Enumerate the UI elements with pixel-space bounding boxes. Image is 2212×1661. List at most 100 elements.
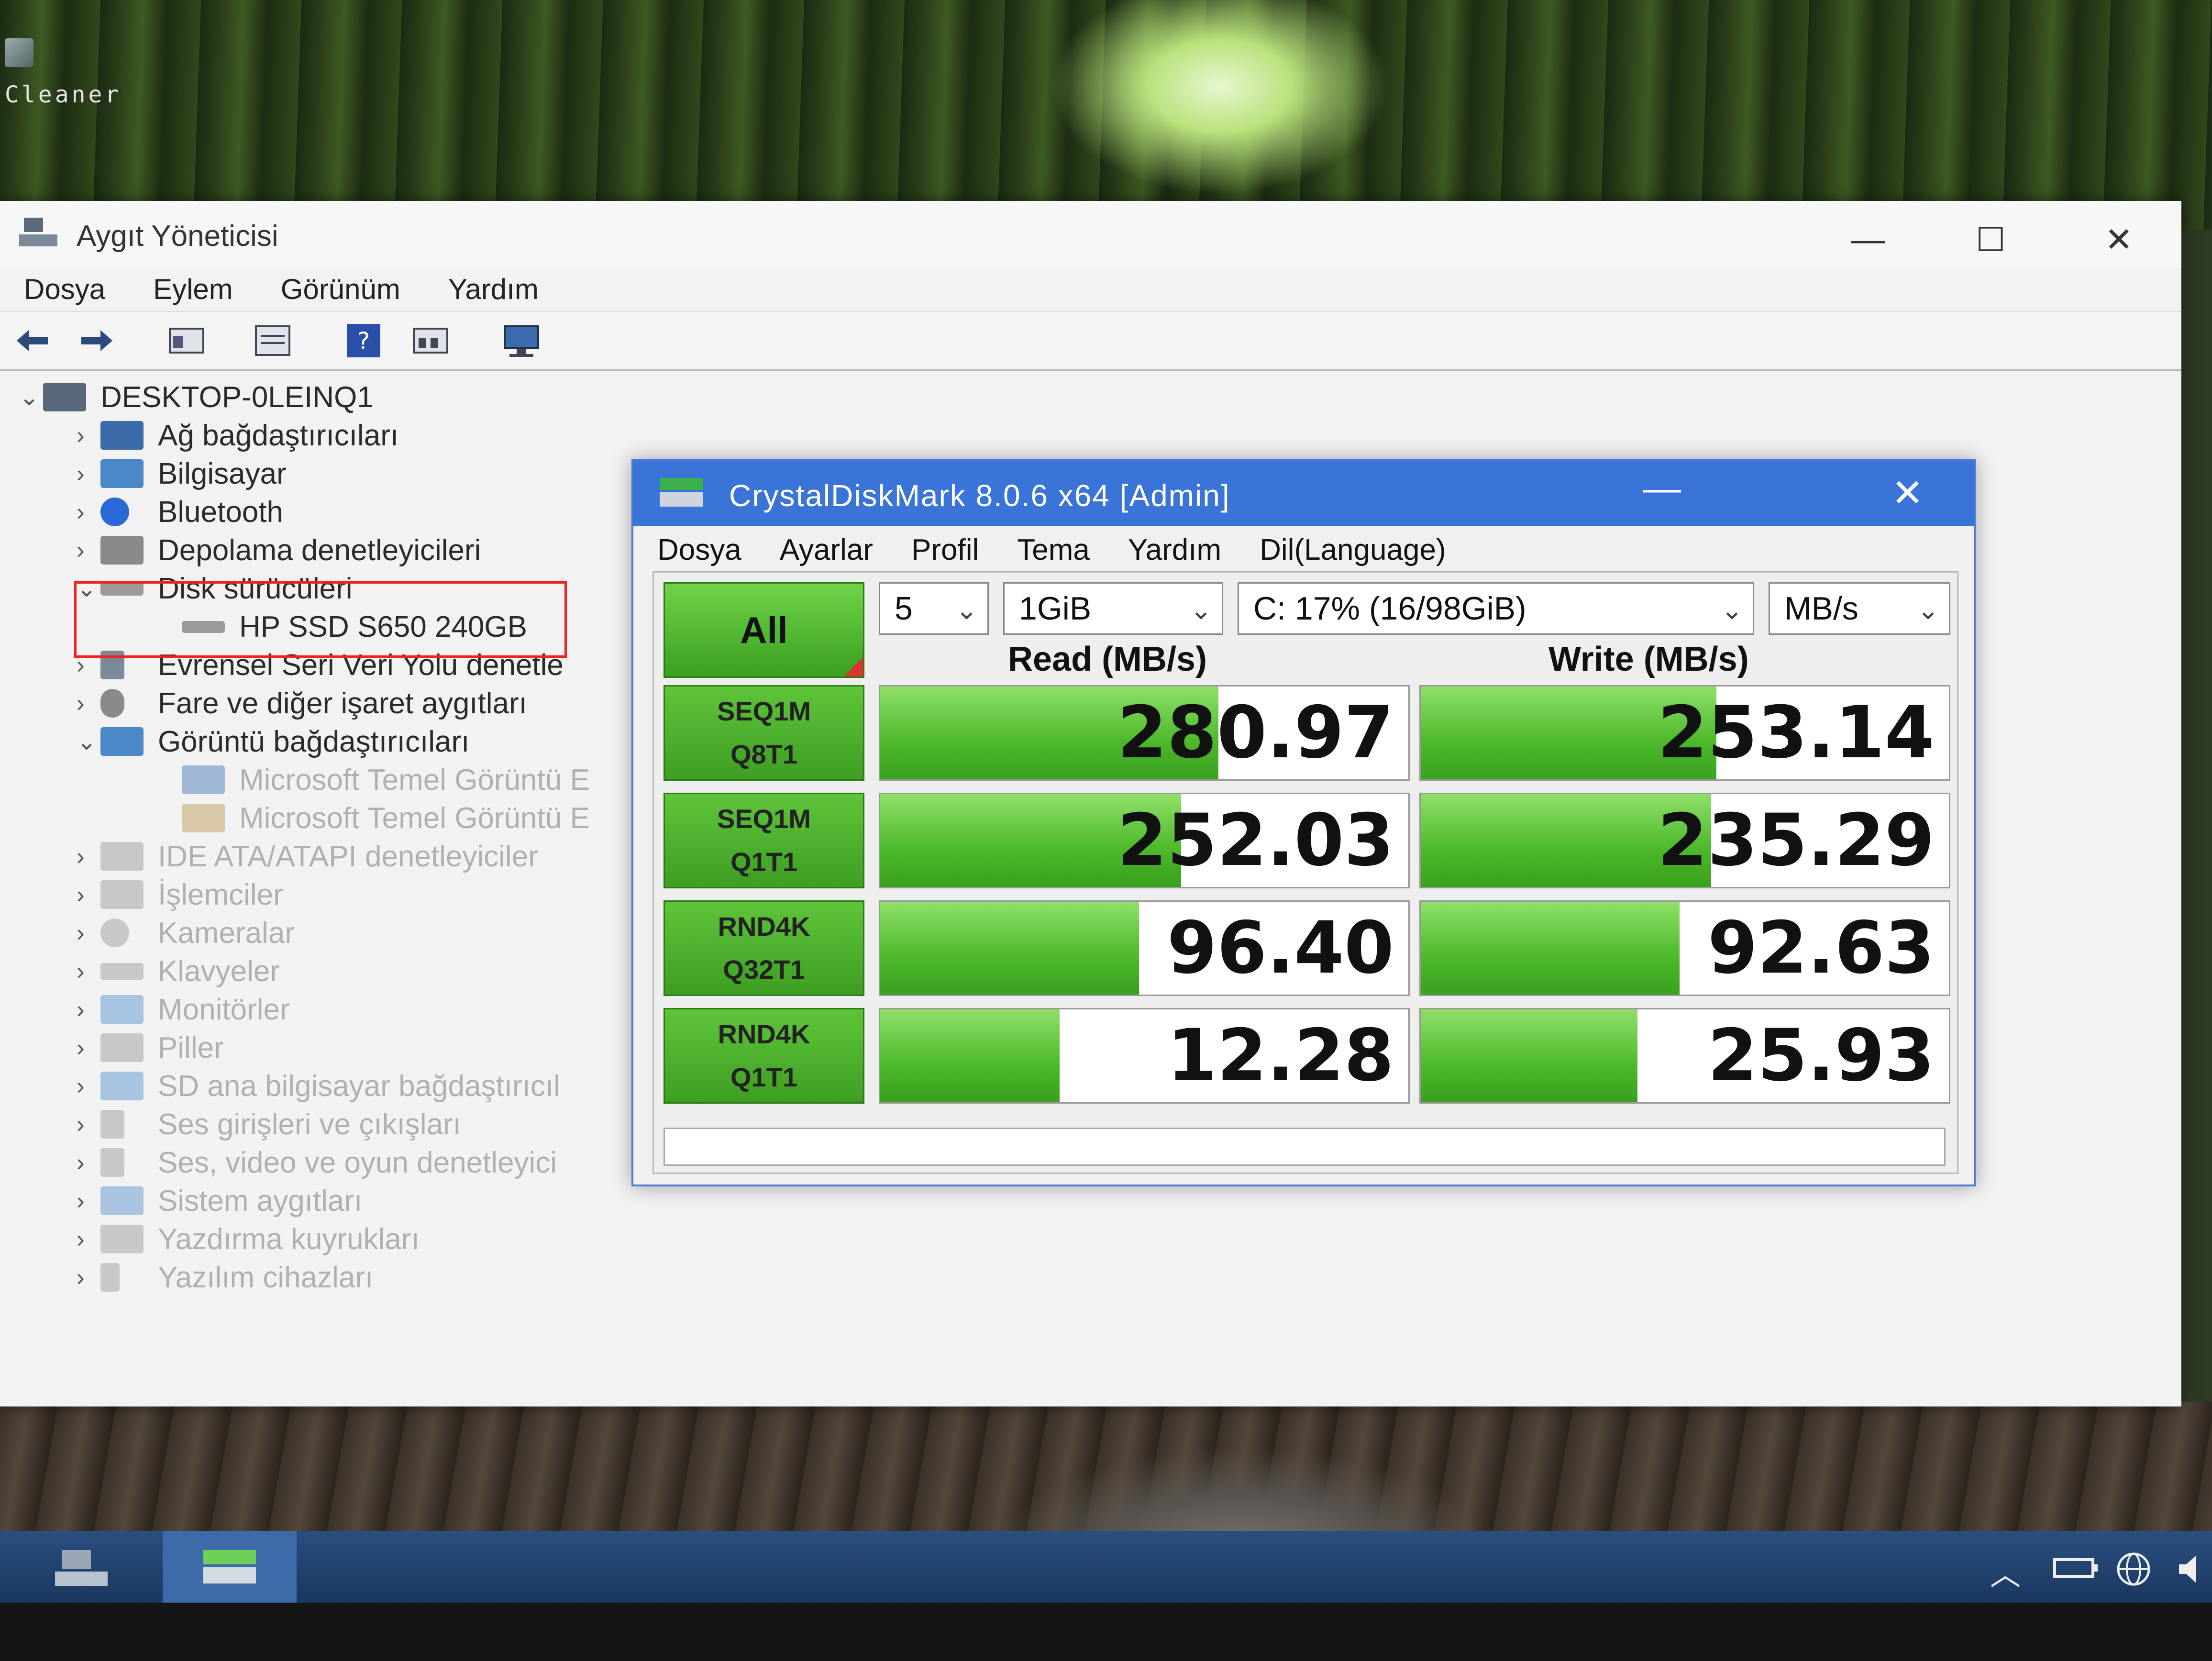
maximize-button[interactable]: ☐ (1976, 220, 2006, 259)
cdm-window-title: CrystalDiskMark 8.0.6 x64 [Admin] (729, 478, 1230, 513)
taskbar: ︿ (0, 1531, 2212, 1603)
tree-item-display-adapter-1[interactable]: Microsoft Temel Görüntü E (182, 761, 590, 799)
test-size-value: 1GiB (1019, 590, 1092, 627)
tree-item-keyboards[interactable]: › Klavyeler (77, 952, 280, 990)
speaker-icon (100, 1110, 124, 1139)
tree-chevron[interactable]: › (77, 1072, 100, 1100)
test-button-rnd4k-q1t1[interactable]: RND4K Q1T1 (664, 1008, 864, 1104)
unit-select[interactable]: MB/s ⌄ (1769, 582, 1950, 635)
tree-item-ide-ata[interactable]: › IDE ATA/ATAPI denetleyiciler (77, 837, 538, 875)
all-tests-button[interactable]: All (664, 582, 864, 678)
network-adapter-icon (100, 421, 144, 450)
globe-network-icon[interactable] (2114, 1550, 2153, 1588)
tree-item-batteries[interactable]: › Piller (77, 1029, 224, 1067)
tree-chevron[interactable]: › (77, 1034, 100, 1062)
tree-item-display-adapters[interactable]: ⌄ Görüntü bağdaştırıcıları (77, 722, 469, 761)
volume-icon[interactable] (2177, 1550, 2205, 1588)
menu-dosya[interactable]: Dosya (24, 273, 105, 306)
menu-gorunum[interactable]: Görünüm (281, 273, 400, 306)
menu-eylem[interactable]: Eylem (153, 273, 233, 306)
tree-item-computer-root[interactable]: ⌄ DESKTOP-0LEINQ1 (19, 378, 374, 416)
tree-item-label: Yazdırma kuyrukları (158, 1222, 420, 1256)
view-icon[interactable] (411, 321, 450, 360)
tree-item-cameras[interactable]: › Kameralar (77, 914, 295, 952)
tree-item-label: SD ana bilgisayar bağdaştırıcıl (158, 1069, 560, 1103)
device-manager-taskbar-icon[interactable] (53, 1545, 110, 1588)
write-result-bar (1421, 1009, 1637, 1102)
cdm-titlebar: CrystalDiskMark 8.0.6 x64 [Admin] — ✕ (633, 461, 1974, 526)
tree-item-network-adapters[interactable]: › Ağ bağdaştırıcıları (77, 416, 398, 454)
tree-chevron[interactable]: › (77, 460, 100, 487)
test-button-seq1m-q8t1[interactable]: SEQ1M Q8T1 (664, 685, 864, 781)
cdm-menu-dosya[interactable]: Dosya (657, 533, 741, 567)
tree-item-bluetooth[interactable]: › Bluetooth (77, 493, 283, 531)
tree-item-label: Klavyeler (158, 954, 280, 988)
minimize-button[interactable]: — (1851, 220, 1885, 258)
tree-item-system-devices[interactable]: › Sistem aygıtları (77, 1182, 362, 1220)
tree-chevron[interactable]: ⌄ (77, 728, 100, 755)
tree-chevron[interactable]: › (77, 1263, 100, 1291)
tree-item-label: Sistem aygıtları (158, 1184, 363, 1218)
tree-chevron[interactable]: › (77, 498, 100, 526)
help-icon[interactable]: ? (344, 321, 383, 360)
tree-item-print-queues[interactable]: › Yazdırma kuyrukları (77, 1220, 420, 1258)
tree-chevron[interactable]: › (77, 536, 100, 564)
tree-chevron[interactable]: › (77, 996, 100, 1023)
forward-arrow-icon[interactable] (77, 321, 115, 360)
cleaner-desktop-icon[interactable] (5, 38, 33, 67)
sd-host-icon (100, 1072, 144, 1100)
svg-text:?: ? (357, 327, 370, 355)
tree-item-monitors[interactable]: › Monitörler (77, 990, 290, 1029)
tree-item-sound-video[interactable]: › Ses, video ve oyun denetleyici (77, 1143, 557, 1182)
tree-chevron[interactable]: › (77, 1149, 100, 1176)
test-button-rnd4k-q32t1[interactable]: RND4K Q32T1 (664, 900, 864, 996)
comment-field[interactable] (664, 1128, 1946, 1166)
tree-item-processors[interactable]: › İşlemciler (77, 875, 283, 914)
tree-chevron[interactable]: › (77, 689, 100, 717)
test-name-line1: SEQ1M (717, 804, 811, 834)
test-size-select[interactable]: 1GiB ⌄ (1003, 582, 1223, 635)
properties-icon[interactable] (167, 321, 206, 360)
cdm-close-button[interactable]: ✕ (1891, 471, 1924, 515)
back-arrow-icon[interactable] (14, 321, 53, 360)
scan-hardware-icon[interactable] (502, 321, 541, 360)
tree-item-computer[interactable]: › Bilgisayar (77, 454, 287, 493)
menu-yardim[interactable]: Yardım (448, 273, 539, 306)
test-button-seq1m-q1t1[interactable]: SEQ1M Q1T1 (664, 793, 864, 888)
test-count-select[interactable]: 5 ⌄ (879, 582, 989, 635)
tree-chevron[interactable]: ⌄ (19, 383, 43, 411)
tree-item-sd-host[interactable]: › SD ana bilgisayar bağdaştırıcıl (77, 1067, 560, 1105)
cdm-menu-yardim[interactable]: Yardım (1128, 533, 1221, 567)
chevron-up-icon[interactable]: ︿ (1990, 1550, 2021, 1594)
read-result-value: 280.97 (1117, 691, 1394, 775)
tree-chevron[interactable]: › (77, 1225, 100, 1253)
cdm-menu-language[interactable]: Dil(Language) (1260, 533, 1446, 567)
display-adapter-icon (100, 727, 144, 756)
drive-select[interactable]: C: 17% (16/98GiB) ⌄ (1238, 582, 1754, 635)
tree-item-display-adapter-2[interactable]: Microsoft Temel Görüntü E (182, 799, 590, 837)
cdm-menu-profil[interactable]: Profil (911, 533, 979, 567)
tree-chevron[interactable]: › (77, 421, 100, 449)
update-driver-icon[interactable] (254, 321, 292, 360)
close-button[interactable]: ✕ (2105, 220, 2133, 259)
tree-item-software-devices[interactable]: › Yazılım cihazları (77, 1258, 373, 1296)
tree-chevron[interactable]: › (77, 957, 100, 985)
tree-chevron[interactable]: › (77, 1187, 100, 1215)
tree-chevron[interactable]: › (77, 881, 100, 908)
cdm-menu-ayarlar[interactable]: Ayarlar (780, 533, 873, 567)
desktop-icon-label: Cleaner (5, 81, 122, 108)
tree-item-audio-io[interactable]: › Ses girişleri ve çıkışları (77, 1105, 461, 1143)
tree-chevron[interactable]: › (77, 1110, 100, 1138)
tree-chevron[interactable]: › (77, 842, 100, 870)
cdm-minimize-button[interactable]: — (1643, 466, 1681, 510)
write-result-cell: 25.93 (1419, 1008, 1950, 1104)
crystaldiskmark-taskbar-button[interactable] (163, 1531, 297, 1603)
write-result-cell: 92.63 (1419, 900, 1950, 996)
cdm-menu-tema[interactable]: Tema (1017, 533, 1090, 567)
tree-item-mice[interactable]: › Fare ve diğer işaret aygıtları (77, 684, 527, 722)
tree-chevron[interactable]: › (77, 919, 100, 947)
read-result-cell: 96.40 (879, 900, 1410, 996)
test-name-line1: SEQ1M (717, 696, 811, 726)
battery-tray-icon[interactable] (2052, 1550, 2100, 1583)
tree-item-storage-controllers[interactable]: › Depolama denetleyicileri (77, 531, 481, 569)
